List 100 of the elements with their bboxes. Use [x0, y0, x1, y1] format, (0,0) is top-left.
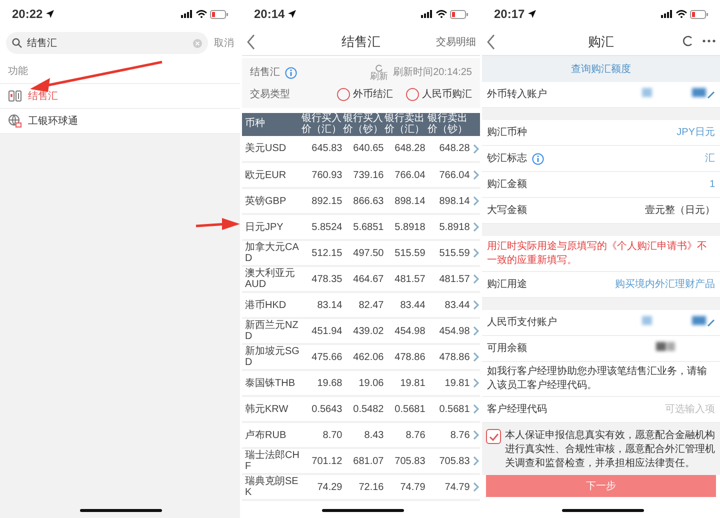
table-cell: 645.83: [300, 136, 342, 162]
chevron-icon[interactable]: [472, 222, 479, 232]
table-cell: 澳大利亚元AUD: [242, 266, 301, 292]
chevron-icon[interactable]: [472, 144, 479, 154]
table-cell: 19.68: [300, 370, 342, 396]
back-icon[interactable]: [246, 34, 256, 50]
field-label: 购汇金额: [487, 178, 527, 192]
field-label: 购汇币种: [487, 126, 527, 140]
table-cell: 478.35: [300, 266, 342, 292]
table-cell: 705.83: [425, 448, 470, 474]
chevron-icon[interactable]: [472, 196, 479, 206]
field-label: 购汇用途: [487, 278, 527, 292]
chevron-icon[interactable]: [472, 274, 479, 284]
table-cell: 日元JPY: [242, 214, 301, 240]
back-icon[interactable]: [486, 34, 496, 50]
column-header: 银行卖出价（汇）: [384, 113, 426, 136]
check-icon: [488, 432, 498, 440]
agreement-text: 本人保证申报信息真实有效，愿意配合金融机构进行真实性、合规性审核，愿意配合外汇管理机关调查和监督检查，并承担相应法律责任。: [505, 429, 716, 471]
location-icon: [288, 10, 296, 18]
info-label: 结售汇: [250, 66, 280, 80]
refresh-time: 刷新时间20:14:25: [393, 66, 472, 80]
table-cell: 0.5681: [384, 396, 426, 422]
table-cell: 瑞典克朗SEK: [242, 474, 301, 500]
signal-icon: [661, 10, 673, 18]
chevron-icon[interactable]: [472, 456, 479, 466]
pencil-icon[interactable]: [707, 90, 715, 98]
table-cell: 478.86: [384, 344, 426, 370]
info-icon[interactable]: [532, 152, 544, 164]
status-time: 20:14: [254, 6, 285, 23]
field-label: 客户经理代码: [487, 402, 547, 417]
table-cell: 5.8918: [425, 214, 470, 240]
table-cell: 19.81: [425, 370, 470, 396]
table-cell: 439.02: [342, 318, 384, 344]
table-cell: 8.76: [425, 422, 470, 448]
page-title: 结售汇: [342, 32, 380, 51]
radio-option[interactable]: 人民币购汇: [406, 87, 472, 102]
table-cell: 5.8918: [384, 214, 426, 240]
search-input[interactable]: 结售汇: [27, 36, 188, 50]
field-value[interactable]: 汇: [705, 151, 715, 166]
field-value[interactable]: 购买境内外汇理财产品: [615, 277, 715, 292]
cancel-button[interactable]: 取消: [214, 36, 234, 50]
table-cell: 866.63: [342, 188, 384, 214]
chevron-icon[interactable]: [472, 482, 479, 492]
table-cell: 648.28: [384, 136, 426, 162]
radio-option[interactable]: 外币结汇: [337, 87, 393, 102]
table-cell: 韩元KRW: [242, 396, 301, 422]
search-field[interactable]: 结售汇: [6, 32, 208, 54]
chevron-icon[interactable]: [472, 170, 479, 180]
agree-checkbox[interactable]: [486, 429, 501, 444]
result-item[interactable]: 工银环球通: [28, 114, 78, 128]
pencil-icon[interactable]: [707, 318, 715, 326]
chevron-icon[interactable]: [472, 248, 479, 258]
result-item[interactable]: 结售汇: [28, 88, 58, 104]
table-cell: 648.28: [425, 136, 470, 162]
table-cell: 515.59: [425, 240, 470, 266]
column-header: 银行买入价（汇）: [300, 113, 342, 136]
chevron-icon[interactable]: [472, 300, 479, 310]
info-icon[interactable]: [285, 66, 297, 78]
table-cell: 74.79: [384, 474, 426, 500]
column-header: 银行买入价（钞）: [342, 113, 384, 136]
table-cell: 515.59: [384, 240, 426, 266]
field-label: 人民币支付账户: [487, 316, 557, 330]
table-cell: 72.16: [342, 474, 384, 500]
refresh-icon[interactable]: [682, 35, 694, 47]
signal-icon: [421, 10, 433, 18]
table-cell: 454.98: [384, 318, 426, 344]
field-value[interactable]: JPY日元: [676, 125, 715, 140]
more-icon[interactable]: [702, 39, 716, 43]
table-cell: 454.98: [425, 318, 470, 344]
table-cell: 760.93: [300, 162, 342, 188]
wifi-icon: [436, 10, 447, 18]
chevron-icon[interactable]: [472, 352, 479, 362]
table-cell: 898.14: [384, 188, 426, 214]
table-cell: 卢布RUB: [242, 422, 301, 448]
table-cell: 478.86: [425, 344, 470, 370]
exchange-icon: [8, 89, 22, 103]
table-cell: 481.57: [425, 266, 470, 292]
field-value[interactable]: 1: [709, 177, 715, 192]
details-link[interactable]: 交易明细: [436, 35, 476, 50]
quota-link[interactable]: 查询购汇额度: [571, 62, 631, 76]
refresh-icon: [375, 64, 384, 72]
clear-icon[interactable]: [193, 38, 202, 48]
table-cell: 462.06: [342, 344, 384, 370]
table-cell: 705.83: [384, 448, 426, 474]
type-label: 交易类型: [250, 88, 290, 102]
chevron-icon[interactable]: [472, 326, 479, 336]
next-button[interactable]: 下一步: [486, 475, 716, 497]
table-cell: 497.50: [342, 240, 384, 266]
table-cell: 8.76: [384, 422, 426, 448]
table-cell: 766.04: [384, 162, 426, 188]
chevron-icon[interactable]: [472, 430, 479, 440]
field-value: 壹元整（日元）: [645, 204, 715, 218]
table-cell: 0.5643: [300, 396, 342, 422]
chevron-icon[interactable]: [472, 404, 479, 414]
table-cell: 加拿大元CAD: [242, 240, 301, 266]
annotation-arrow: [196, 218, 240, 230]
chevron-icon[interactable]: [472, 378, 479, 388]
table-cell: 898.14: [425, 188, 470, 214]
table-cell: 港币HKD: [242, 292, 301, 318]
refresh-button[interactable]: 刷新: [370, 64, 388, 81]
